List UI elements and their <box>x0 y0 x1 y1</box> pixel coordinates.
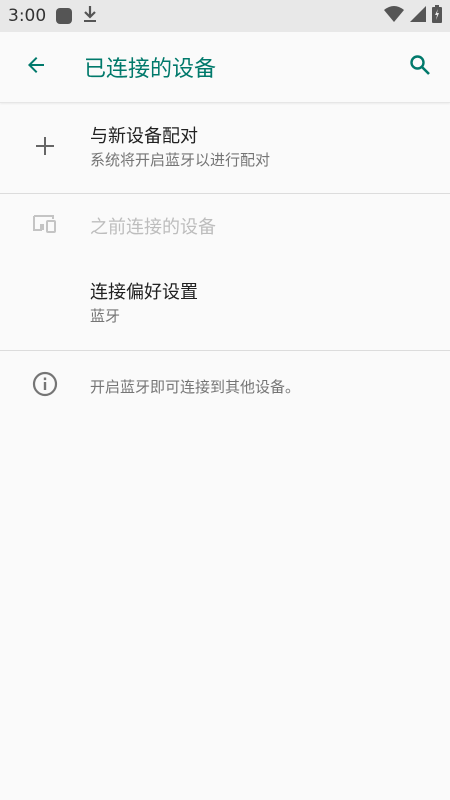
pair-new-device-title: 与新设备配对 <box>90 126 198 147</box>
pair-new-device-text: 与新设备配对 系统将开启蓝牙以进行配对 <box>90 125 270 171</box>
page-title: 已连接的设备 <box>84 57 217 82</box>
status-right <box>384 4 442 28</box>
previously-connected-devices-item: 之前连接的设备 <box>0 194 450 258</box>
arrow-left-icon <box>24 53 48 81</box>
connection-preferences-item[interactable]: 连接偏好设置 蓝牙 <box>0 258 450 350</box>
footer-info: 开启蓝牙即可连接到其他设备。 <box>0 351 450 421</box>
plus-icon <box>34 135 56 161</box>
previously-connected-devices-title: 之前连接的设备 <box>90 217 216 238</box>
row-icon-container <box>0 213 90 239</box>
footer-info-text: 开启蓝牙即可连接到其他设备。 <box>90 377 301 396</box>
search-icon <box>408 53 432 81</box>
search-button[interactable] <box>392 39 448 95</box>
info-icon <box>32 371 58 401</box>
wifi-icon <box>384 5 404 27</box>
devices-icon <box>31 213 59 239</box>
pair-new-device-item[interactable]: 与新设备配对 系统将开启蓝牙以进行配对 <box>0 103 450 193</box>
battery-icon <box>432 4 442 28</box>
screen: 3:00 已连接的设备 与新设备配对 系统将开启蓝牙以进行配对 之前连接的设备 … <box>0 0 450 800</box>
cell-signal-icon <box>410 5 426 27</box>
connection-preferences-summary: 蓝牙 <box>90 307 121 325</box>
row-icon-container <box>0 135 90 161</box>
back-button[interactable] <box>8 39 64 95</box>
status-time: 3:00 <box>8 6 47 26</box>
row-icon-container <box>0 371 90 401</box>
app-bar: 已连接的设备 <box>0 32 450 103</box>
status-bar: 3:00 <box>0 0 450 32</box>
status-left: 3:00 <box>8 5 98 28</box>
connection-preferences-title: 连接偏好设置 <box>90 282 198 303</box>
notification-app-icon <box>56 8 73 24</box>
connection-preferences-text: 连接偏好设置 蓝牙 <box>90 281 198 327</box>
download-icon <box>82 5 98 28</box>
pair-new-device-summary: 系统将开启蓝牙以进行配对 <box>90 151 271 169</box>
